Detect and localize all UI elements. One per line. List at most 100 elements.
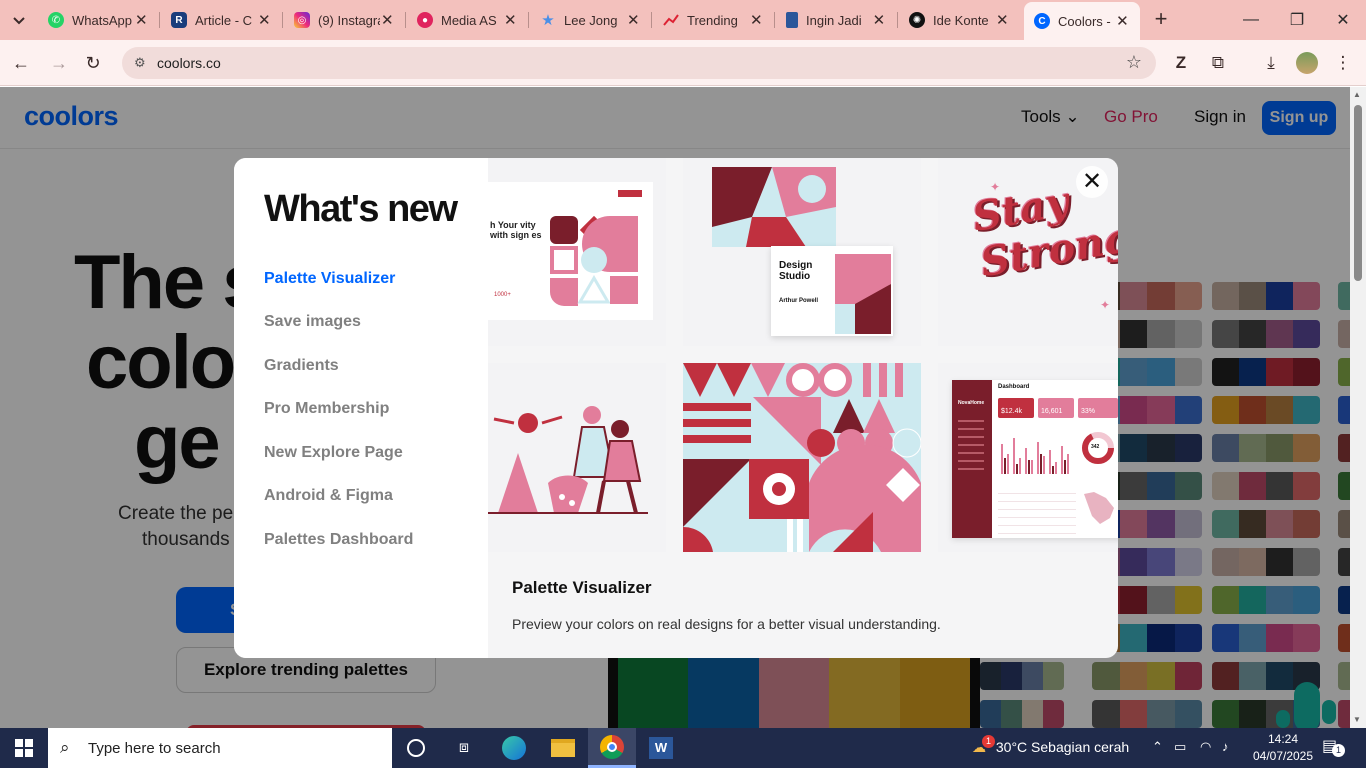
new-tab-button[interactable]: + — [1150, 8, 1172, 32]
chrome-icon — [600, 734, 624, 759]
restore-button[interactable]: ❐ — [1274, 0, 1320, 40]
pattern-preview[interactable] — [683, 363, 921, 552]
feature-title: Palette Visualizer — [512, 578, 652, 597]
chatgpt-icon: ✺ — [909, 12, 925, 28]
tab-title: Ide Konte — [933, 12, 989, 28]
menu-kebab-icon[interactable]: ⋮ — [1330, 50, 1356, 76]
scroll-up-icon[interactable]: ▲ — [1353, 90, 1361, 99]
notification-center-button[interactable]: ▤ 1 — [1322, 736, 1345, 757]
tab-close-icon[interactable]: ✕ — [380, 11, 394, 29]
menu-palettes-dashboard[interactable]: Palettes Dashboard — [264, 531, 413, 549]
tab-article[interactable]: R Article - C ✕ — [161, 4, 281, 36]
task-view-icon: ⧈ — [458, 739, 470, 756]
profile-avatar[interactable] — [1294, 50, 1320, 76]
tab-trending[interactable]: Trending ✕ — [653, 4, 773, 36]
dashboard-title: Dashboard — [998, 384, 1030, 390]
bookmark-star-icon[interactable]: ☆ — [1126, 52, 1142, 73]
volume-icon[interactable]: ♪ — [1222, 739, 1229, 754]
browser-tab-strip: ✆ WhatsApp ✕ R Article - C ✕ ◎ (9) Insta… — [0, 0, 1366, 40]
modal-title: What's new — [264, 188, 458, 230]
download-icon[interactable]: ⤓ — [1258, 50, 1284, 76]
modal-close-button[interactable]: ✕ — [1076, 166, 1108, 198]
tab-media[interactable]: ● Media AS ✕ — [407, 4, 527, 36]
close-window-button[interactable]: ✕ — [1320, 0, 1366, 40]
tab-close-icon[interactable]: ✕ — [995, 11, 1009, 29]
tab-close-icon[interactable]: ✕ — [503, 11, 517, 29]
menu-gradients[interactable]: Gradients — [264, 357, 339, 375]
scrollbar-thumb[interactable] — [1354, 105, 1362, 281]
tab-close-icon[interactable]: ✕ — [749, 11, 763, 29]
network-device-icon[interactable]: ▭ — [1174, 739, 1186, 755]
visualizer-gallery: h Your vity with sign es 1000+ Design St… — [488, 158, 1118, 552]
doc-icon — [786, 12, 798, 28]
tab-ingin-jadi[interactable]: Ingin Jadi ✕ — [776, 4, 896, 36]
taskbar-file-explorer[interactable] — [539, 728, 587, 768]
whatsapp-icon: ✆ — [48, 12, 64, 28]
tab-title: Trending — [687, 12, 738, 28]
url-text: coolors.co — [157, 55, 221, 71]
tab-title: Lee Jong — [564, 12, 618, 28]
wifi-icon[interactable]: ◠ — [1200, 739, 1211, 755]
landing-stat: 1000+ — [494, 292, 511, 298]
minimize-button[interactable]: — — [1228, 0, 1274, 40]
word-icon: W — [649, 737, 673, 759]
dashboard-gauge-value: 342 — [1091, 444, 1100, 450]
task-view-button[interactable]: ⧈ — [440, 728, 488, 768]
whats-new-modal: What's new Palette Visualizer Save image… — [234, 158, 1118, 658]
taskbar-search-box[interactable]: ⌕ Type here to search — [48, 728, 392, 768]
taskbar-chrome[interactable] — [588, 728, 636, 768]
tab-close-icon[interactable]: ✕ — [872, 11, 886, 29]
tab-close-icon[interactable]: ✕ — [1115, 12, 1130, 30]
tab-search-button[interactable] — [6, 8, 32, 34]
page-scrollbar[interactable]: ▲ ▼ — [1350, 87, 1366, 728]
tab-ide-konten[interactable]: ✺ Ide Konte ✕ — [899, 4, 1019, 36]
feature-description: Preview your colors on real designs for … — [512, 616, 941, 632]
instagram-icon: ◎ — [294, 12, 310, 28]
cortana-button[interactable] — [392, 728, 440, 768]
menu-palette-visualizer[interactable]: Palette Visualizer — [264, 270, 395, 288]
illustration-preview[interactable] — [488, 363, 666, 552]
coolors-icon: C — [1034, 13, 1050, 29]
menu-android-figma[interactable]: Android & Figma — [264, 487, 393, 505]
dashboard-stat-2: 16,601 — [1038, 398, 1074, 418]
forward-button[interactable]: → — [46, 50, 72, 76]
tab-close-icon[interactable]: ✕ — [134, 11, 148, 29]
notification-count: 1 — [1332, 744, 1345, 757]
weather-widget[interactable]: ☁ 1 30°C Sebagian cerah — [972, 735, 1130, 756]
show-hidden-icons[interactable]: ⌃ — [1152, 739, 1163, 755]
dashboard-preview[interactable]: NovaHome Dashboard $12.4k 16,601 33% 342 — [938, 363, 1118, 552]
trending-icon — [663, 12, 679, 28]
taskbar-clock[interactable]: 14:24 04/07/2025 — [1252, 731, 1314, 765]
dashboard-stat-1: $12.4k — [998, 398, 1034, 418]
edge-icon — [502, 736, 526, 760]
menu-pro-membership[interactable]: Pro Membership — [264, 400, 389, 418]
weather-badge: 1 — [982, 735, 995, 748]
extensions-icon[interactable]: ⧉ — [1205, 50, 1231, 76]
tab-title: Ingin Jadi — [806, 12, 862, 28]
tab-separator — [528, 12, 529, 28]
landing-page-preview[interactable]: h Your vity with sign es 1000+ — [488, 158, 666, 346]
tab-lee-jong[interactable]: ★ Lee Jong ✕ — [530, 4, 650, 36]
sparkle-icon: ✦ — [1100, 298, 1111, 312]
tab-separator — [282, 12, 283, 28]
tab-whatsapp[interactable]: ✆ WhatsApp ✕ — [38, 4, 158, 36]
menu-save-images[interactable]: Save images — [264, 313, 361, 331]
windows-taskbar: ⌕ Type here to search ⧈ W ☁ 1 30°C Sebag… — [0, 728, 1366, 768]
tab-close-icon[interactable]: ✕ — [257, 11, 271, 29]
back-button[interactable]: ← — [8, 50, 34, 76]
zotero-extension-icon[interactable]: Z — [1168, 50, 1194, 76]
taskbar-word[interactable]: W — [637, 728, 685, 768]
address-bar[interactable]: ⚙ coolors.co ☆ — [122, 47, 1156, 79]
scroll-down-icon[interactable]: ▼ — [1353, 715, 1361, 724]
reload-button[interactable]: ↻ — [80, 50, 106, 76]
tab-instagram[interactable]: ◎ (9) Instagram ✕ — [284, 4, 404, 36]
menu-new-explore-page[interactable]: New Explore Page — [264, 444, 403, 462]
taskbar-edge[interactable] — [490, 728, 538, 768]
start-button[interactable] — [0, 728, 48, 768]
design-studio-preview[interactable]: Design Studio Arthur Powell — [683, 158, 921, 346]
site-info-icon[interactable]: ⚙ — [134, 55, 146, 71]
weather-text: 30°C Sebagian cerah — [995, 739, 1130, 755]
tab-coolors[interactable]: C Coolors - ✕ — [1024, 2, 1140, 40]
tab-close-icon[interactable]: ✕ — [626, 11, 640, 29]
modal-sidebar: What's new Palette Visualizer Save image… — [234, 158, 488, 658]
